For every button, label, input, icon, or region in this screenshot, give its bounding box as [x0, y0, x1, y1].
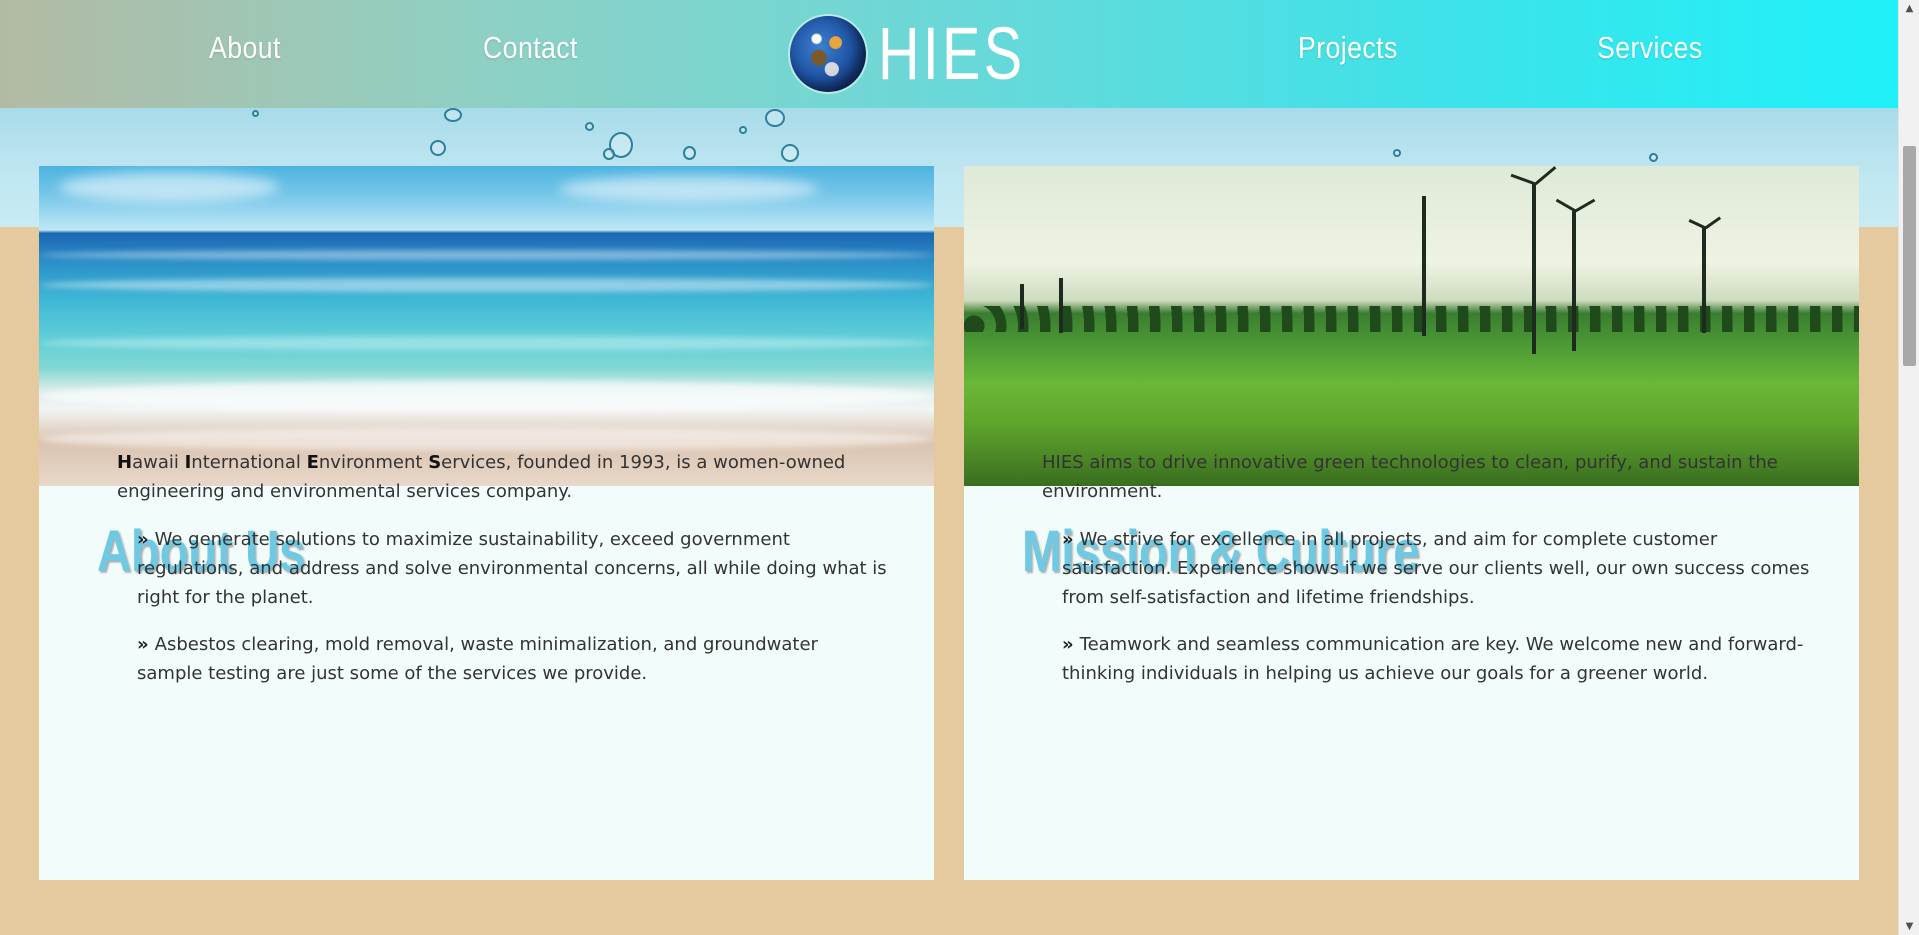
water-drop [585, 122, 594, 131]
tree-line [964, 306, 1859, 332]
mission-intro-text: HIES aims to drive innovative green tech… [1042, 452, 1778, 502]
cloud [59, 172, 279, 202]
double-chevron-icon: » [137, 529, 149, 550]
nav-link-contact[interactable]: Contact [483, 30, 578, 66]
water-drop [739, 126, 747, 134]
turbine-mast [1702, 228, 1706, 333]
mission-bullet: » Teamwork and seamless communication are… [1062, 630, 1812, 688]
water-drop [781, 144, 799, 162]
intro-fragment: awaii [132, 452, 185, 473]
about-bullet: » We generate solutions to maximize susta… [137, 525, 887, 612]
initial-letter: H [117, 452, 133, 473]
water-drop [444, 108, 462, 122]
wave [39, 278, 934, 292]
about-us-card: About Us [39, 166, 934, 880]
wind-turbines-field-image [964, 166, 1859, 486]
nav-link-services[interactable]: Services [1597, 30, 1703, 66]
wave [39, 336, 934, 350]
mission-culture-card: Mission & Culture [964, 166, 1859, 880]
about-bullet: » Asbestos clearing, mold removal, waste … [137, 630, 887, 688]
ocean-beach-image [39, 166, 934, 486]
wave [39, 428, 934, 450]
water-drop [765, 109, 785, 127]
water-drop [252, 110, 259, 117]
scroll-up-arrow-icon[interactable]: ▲ [1899, 0, 1919, 17]
turbine-blade [1534, 166, 1557, 186]
scroll-down-arrow-icon[interactable]: ▼ [1899, 918, 1919, 935]
initial-letter: E [306, 452, 319, 473]
turbine-blade [1574, 198, 1596, 213]
mission-bullet-text: We strive for excellence in all projects… [1062, 529, 1810, 608]
brand-name: HIES [878, 12, 1026, 95]
turbine-mast [1422, 196, 1426, 336]
turbine-blade [1688, 219, 1707, 230]
double-chevron-icon: » [137, 634, 149, 655]
double-chevron-icon: » [1062, 634, 1074, 655]
intro-fragment: nternational [191, 452, 307, 473]
wave [39, 250, 934, 260]
mission-bullet-text: Teamwork and seamless communication are … [1062, 634, 1804, 684]
turbine-mast [1572, 211, 1576, 351]
about-intro-text: Hawaii International Environment Service… [117, 448, 897, 506]
globe-icon [790, 16, 866, 92]
water-drop [1649, 153, 1658, 162]
water-drop [683, 146, 696, 160]
intro-fragment: nvironment [318, 452, 429, 473]
nav-link-about[interactable]: About [209, 30, 281, 66]
about-bullet-text: We generate solutions to maximize sustai… [137, 529, 887, 608]
turbine-mast [1020, 284, 1024, 329]
turbine-blade [1704, 216, 1722, 230]
water-drop [603, 148, 615, 160]
initial-letter: S [428, 452, 442, 473]
about-bullet-text: Asbestos clearing, mold removal, waste m… [137, 634, 818, 684]
turbine-blade [1555, 198, 1577, 213]
top-navbar: About Contact HIES Projects Services [0, 0, 1898, 108]
water-drop [1393, 149, 1401, 157]
wave [39, 381, 934, 411]
nav-link-projects[interactable]: Projects [1298, 30, 1398, 66]
double-chevron-icon: » [1062, 529, 1074, 550]
turbine-mast [1059, 278, 1063, 333]
turbine-mast [1532, 184, 1536, 354]
turbine-blade [1510, 173, 1537, 186]
brand-logo[interactable]: HIES [790, 14, 1067, 94]
cloud [559, 176, 819, 202]
vertical-scrollbar[interactable]: ▲ ▼ [1898, 0, 1919, 935]
water-drop [430, 140, 446, 156]
mission-bullet: » We strive for excellence in all project… [1062, 525, 1812, 612]
scroll-thumb[interactable] [1903, 146, 1916, 366]
